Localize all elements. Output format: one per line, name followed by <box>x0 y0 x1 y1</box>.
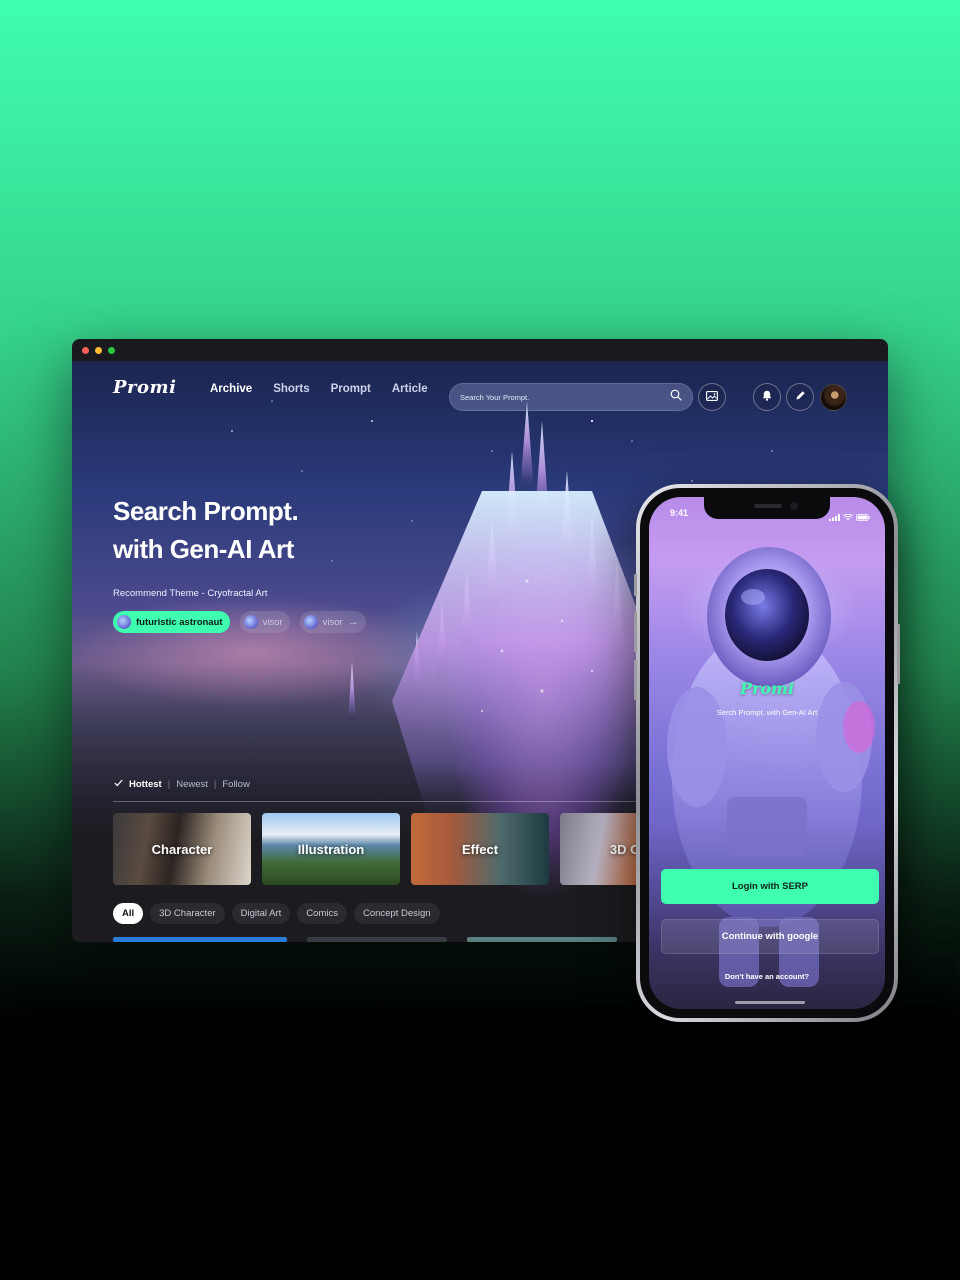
chip-visor[interactable]: visor → <box>299 611 366 633</box>
chip-thumbnail <box>303 615 318 629</box>
tag-digital-art[interactable]: Digital Art <box>231 903 291 924</box>
status-time: 9:41 <box>670 508 689 518</box>
tag-comics[interactable]: Comics <box>297 903 347 924</box>
continue-with-google-button[interactable]: Continue with google <box>661 919 879 954</box>
image-icon <box>706 388 718 406</box>
notifications-button[interactable] <box>753 383 781 411</box>
tag-3d-character[interactable]: 3D Character <box>150 903 225 924</box>
maximize-window-dot[interactable] <box>108 346 115 354</box>
login-with-serp-button[interactable]: Login with SERP <box>661 869 879 904</box>
image-search-button[interactable] <box>698 383 726 411</box>
filter-follow[interactable]: Follow <box>222 779 249 790</box>
phone-side-button <box>634 660 637 700</box>
promi-logo[interactable]: Promi <box>113 377 176 398</box>
prompt-chips: futuristic astronaut visor visor → <box>113 611 366 633</box>
wifi-icon <box>843 508 853 526</box>
filter-newest[interactable]: Newest <box>176 779 208 790</box>
chip-label: visor <box>322 616 343 628</box>
window-titlebar <box>72 339 888 361</box>
status-icons <box>829 508 870 526</box>
user-avatar[interactable] <box>820 384 847 411</box>
category-card-effect[interactable]: Effect <box>411 813 549 885</box>
arrow-right-icon[interactable]: → <box>348 616 359 628</box>
home-indicator[interactable] <box>735 1001 805 1004</box>
tag-all[interactable]: All <box>113 903 144 924</box>
hero-title-line-2: with Gen-AI Art <box>113 534 294 564</box>
write-button[interactable] <box>786 383 814 411</box>
feed-card-top[interactable] <box>113 937 287 942</box>
category-card-illustration[interactable]: Illustration <box>262 813 400 885</box>
chip-thumbnail <box>243 615 258 629</box>
main-nav: Archive Shorts Prompt Article <box>210 383 428 395</box>
phone-side-button <box>897 624 900 684</box>
chip-thumbnail <box>117 615 131 629</box>
speaker-grille <box>754 504 782 508</box>
hero-title-line-1: Search Prompt. <box>113 496 299 526</box>
feed-card-top[interactable] <box>307 937 447 942</box>
search-input[interactable] <box>460 392 670 402</box>
chip-label: futuristic astronaut <box>136 616 223 628</box>
nav-link-shorts[interactable]: Shorts <box>273 383 309 395</box>
category-label: Character <box>151 841 213 857</box>
hero-title: Search Prompt. with Gen-AI Art <box>113 492 373 568</box>
nav-link-archive[interactable]: Archive <box>210 383 252 395</box>
chip-visor[interactable]: visor <box>239 611 290 633</box>
phone-notch <box>704 497 830 519</box>
tag-filters: All 3D Character Digital Art Comics Conc… <box>113 903 440 924</box>
bell-icon <box>762 388 772 406</box>
category-label: Effect <box>461 841 499 857</box>
close-window-dot[interactable] <box>82 346 89 354</box>
chip-label: visor <box>262 616 283 628</box>
phone-subtitle: Serch Prompt. with Gen-AI Art <box>716 708 818 717</box>
phone-bezel: 9:41 Promi Serch Prompt. with Gen-AI Art… <box>640 488 894 1018</box>
phone-promi-logo: Promi <box>739 679 795 698</box>
tag-concept-design[interactable]: Concept Design <box>353 903 440 924</box>
filter-divider-line <box>113 801 653 802</box>
phone-side-button <box>634 612 637 652</box>
phone-device: 9:41 Promi Serch Prompt. with Gen-AI Art… <box>634 484 900 1022</box>
battery-icon <box>856 508 870 526</box>
sort-filter: Hottest | Newest | Follow <box>114 779 250 790</box>
nav-link-prompt[interactable]: Prompt <box>331 383 371 395</box>
check-icon <box>114 779 123 790</box>
pen-icon <box>795 388 806 406</box>
category-card-character[interactable]: Character <box>113 813 251 885</box>
filter-hottest[interactable]: Hottest <box>129 779 162 790</box>
camera-icon <box>790 502 798 510</box>
chip-futuristic-astronaut[interactable]: futuristic astronaut <box>113 611 230 633</box>
search-bar <box>449 383 693 411</box>
feed-preview-strip <box>113 937 653 942</box>
feed-card-top[interactable] <box>467 937 617 942</box>
divider: | <box>213 779 217 790</box>
search-icon[interactable] <box>670 388 682 406</box>
phone-screen: 9:41 Promi Serch Prompt. with Gen-AI Art… <box>649 497 885 1009</box>
nav-link-article[interactable]: Article <box>392 383 428 395</box>
phone-side-button <box>634 574 637 596</box>
minimize-window-dot[interactable] <box>95 346 102 354</box>
signal-icon <box>829 508 840 526</box>
signup-link[interactable]: Don't have an account? <box>649 972 885 981</box>
category-cards: Character Illustration Effect 3D Ob <box>113 813 698 885</box>
category-label: Illustration <box>297 841 365 857</box>
divider: | <box>167 779 171 790</box>
recommend-theme-label: Recommend Theme - Cryofractal Art <box>113 588 268 599</box>
